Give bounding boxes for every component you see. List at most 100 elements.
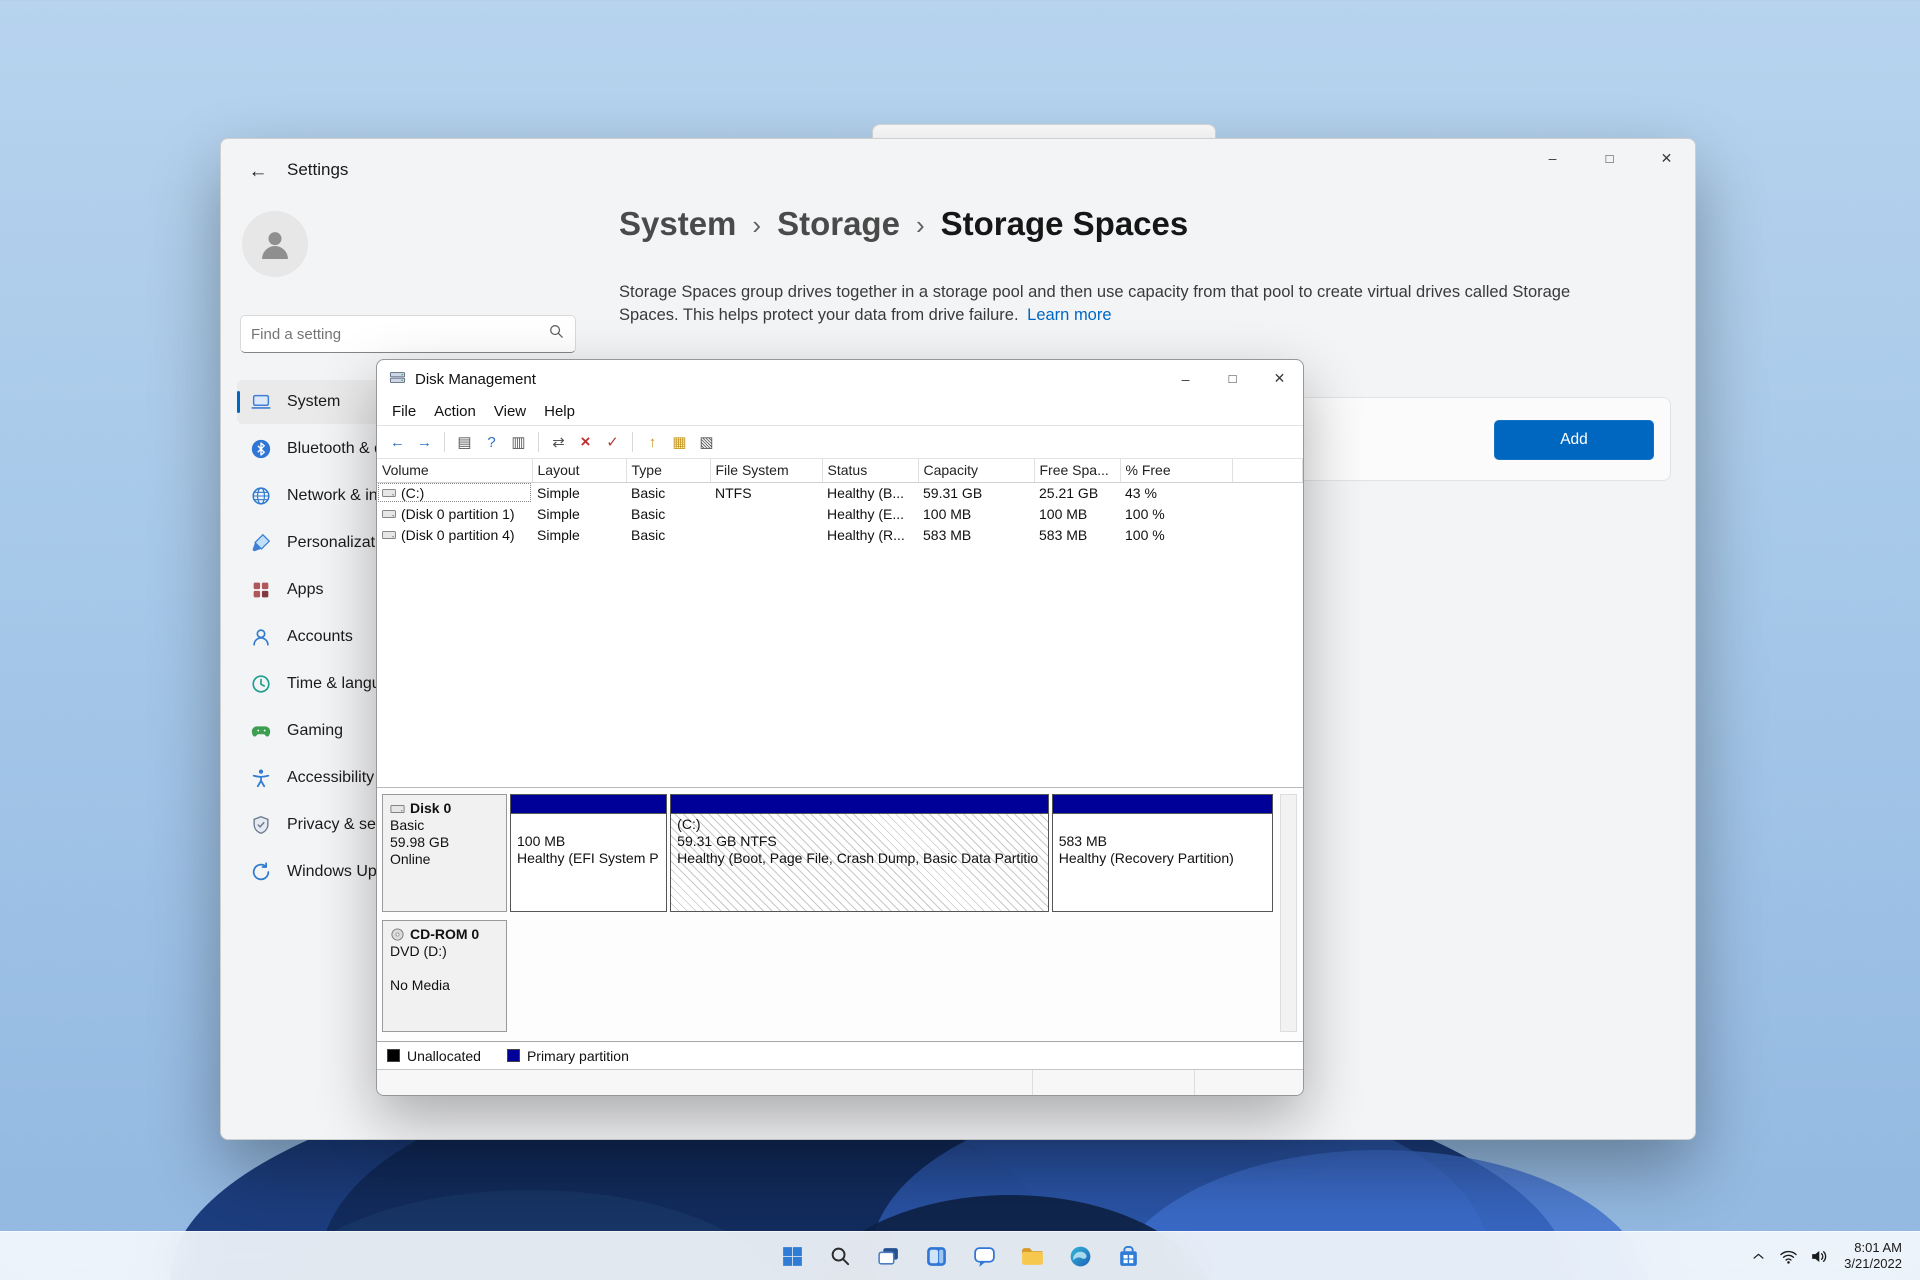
graphical-view: Disk 0 Basic 59.98 GB Online 100 MB Heal… xyxy=(377,787,1303,1041)
action-pane-icon[interactable]: ▥ xyxy=(506,430,531,455)
col-type[interactable]: Type xyxy=(626,459,710,482)
menu-file[interactable]: File xyxy=(383,400,425,423)
globe-icon xyxy=(249,484,273,508)
legend-bar: Unallocated Primary partition xyxy=(377,1041,1303,1069)
bluetooth-icon xyxy=(249,437,273,461)
clock-date: 3/21/2022 xyxy=(1844,1256,1902,1272)
system-icon xyxy=(249,390,273,414)
disk-0-info[interactable]: Disk 0 Basic 59.98 GB Online xyxy=(382,794,507,912)
taskbar: 8:01 AM 3/21/2022 xyxy=(0,1231,1920,1280)
search-icon[interactable] xyxy=(820,1236,860,1276)
volume-icon xyxy=(382,529,396,541)
settings-window-title: Settings xyxy=(287,160,348,180)
volume-icon xyxy=(382,487,396,499)
volume-row-c[interactable]: (C:) Simple Basic NTFS Healthy (B... 59.… xyxy=(377,482,1303,503)
disk-0-row: Disk 0 Basic 59.98 GB Online 100 MB Heal… xyxy=(382,794,1273,912)
disk-management-window: Disk Management – □ ✕ File Action View H… xyxy=(376,359,1304,1096)
menu-help[interactable]: Help xyxy=(535,400,584,423)
widgets-icon[interactable] xyxy=(916,1236,956,1276)
person-icon xyxy=(256,225,294,263)
network-icon[interactable] xyxy=(1774,1241,1802,1271)
maximize-button[interactable]: □ xyxy=(1581,139,1638,177)
chat-icon[interactable] xyxy=(964,1236,1004,1276)
col-layout[interactable]: Layout xyxy=(532,459,626,482)
partition-efi[interactable]: 100 MB Healthy (EFI System P xyxy=(510,794,667,912)
toolbar: ← → ▤ ? ▥ ⇄ × ✓ ↑ ▦ ▧ xyxy=(377,425,1303,459)
delete-volume-icon[interactable]: × xyxy=(573,430,598,455)
disk-management-titlebar[interactable]: Disk Management – □ ✕ xyxy=(377,360,1303,398)
cdrom-row: CD-ROM 0 DVD (D:) No Media xyxy=(382,920,1273,1032)
close-button[interactable]: ✕ xyxy=(1638,139,1695,177)
breadcrumb: System › Storage › Storage Spaces xyxy=(619,205,1188,243)
search-icon xyxy=(548,323,565,345)
volume-row-partition4[interactable]: (Disk 0 partition 4) Simple Basic Health… xyxy=(377,524,1303,545)
new-volume-icon[interactable]: ▦ xyxy=(667,430,692,455)
disk-management-title: Disk Management xyxy=(415,371,536,388)
volume-icon xyxy=(382,508,396,520)
col-free-space[interactable]: Free Spa... xyxy=(1034,459,1120,482)
settings-titlebar[interactable]: ← Settings – □ ✕ xyxy=(221,139,1695,203)
mark-active-icon[interactable]: ✓ xyxy=(600,430,625,455)
back-button[interactable]: ← xyxy=(239,157,277,187)
console-tree-icon[interactable]: ▤ xyxy=(452,430,477,455)
disk-drive-icon xyxy=(389,369,406,389)
col-percent-free[interactable]: % Free xyxy=(1120,459,1232,482)
cdrom-info[interactable]: CD-ROM 0 DVD (D:) No Media xyxy=(382,920,507,1032)
minimize-button[interactable]: – xyxy=(1162,360,1209,397)
store-icon[interactable] xyxy=(1108,1236,1148,1276)
col-volume[interactable]: Volume xyxy=(377,459,532,482)
col-status[interactable]: Status xyxy=(822,459,918,482)
apps-grid-icon xyxy=(249,578,273,602)
gamepad-icon xyxy=(249,719,273,743)
file-explorer-icon[interactable] xyxy=(1012,1236,1052,1276)
col-capacity[interactable]: Capacity xyxy=(918,459,1034,482)
minimize-button[interactable]: – xyxy=(1524,139,1581,177)
unallocated-swatch xyxy=(387,1049,400,1062)
breadcrumb-system[interactable]: System xyxy=(619,205,736,243)
close-button[interactable]: ✕ xyxy=(1256,360,1303,397)
breadcrumb-separator: › xyxy=(752,207,761,241)
page-title: Storage Spaces xyxy=(941,205,1189,243)
start-icon[interactable] xyxy=(772,1236,812,1276)
breadcrumb-storage[interactable]: Storage xyxy=(777,205,900,243)
hidden-icons-chevron-icon[interactable] xyxy=(1744,1241,1772,1271)
vertical-scrollbar[interactable] xyxy=(1280,794,1297,1032)
partition-recovery[interactable]: 583 MB Healthy (Recovery Partition) xyxy=(1052,794,1273,912)
disk-icon xyxy=(390,803,405,815)
partition-c-selected[interactable]: (C:) 59.31 GB NTFS Healthy (Boot, Page F… xyxy=(670,794,1049,912)
add-button[interactable]: Add xyxy=(1494,420,1654,460)
maximize-button[interactable]: □ xyxy=(1209,360,1256,397)
help-icon[interactable]: ? xyxy=(479,430,504,455)
brush-icon xyxy=(249,531,273,555)
task-view-icon[interactable] xyxy=(868,1236,908,1276)
search-input[interactable] xyxy=(251,326,548,343)
status-bar xyxy=(377,1069,1303,1095)
change-drive-letter-icon[interactable]: ⇄ xyxy=(546,430,571,455)
menu-view[interactable]: View xyxy=(485,400,535,423)
toolbar-separator xyxy=(632,432,633,452)
shield-icon xyxy=(249,813,273,837)
toolbar-separator xyxy=(444,432,445,452)
menu-action[interactable]: Action xyxy=(425,400,485,423)
table-header-row: Volume Layout Type File System Status Ca… xyxy=(377,459,1303,482)
edge-icon[interactable] xyxy=(1060,1236,1100,1276)
settings-search-box[interactable] xyxy=(240,315,576,353)
menu-bar: File Action View Help xyxy=(377,398,1303,425)
user-avatar xyxy=(242,211,308,277)
legend-primary-partition: Primary partition xyxy=(507,1048,629,1064)
col-file-system[interactable]: File System xyxy=(710,459,822,482)
forward-icon[interactable]: → xyxy=(412,430,437,455)
volume-table: Volume Layout Type File System Status Ca… xyxy=(377,459,1303,545)
extend-volume-icon[interactable]: ↑ xyxy=(640,430,665,455)
clock[interactable]: 8:01 AM 3/21/2022 xyxy=(1834,1240,1912,1272)
properties-icon[interactable]: ▧ xyxy=(694,430,719,455)
col-filler xyxy=(1232,459,1303,482)
clock-time: 8:01 AM xyxy=(1844,1240,1902,1256)
cd-icon xyxy=(390,927,405,942)
primary-partition-swatch xyxy=(507,1049,520,1062)
back-icon[interactable]: ← xyxy=(385,430,410,455)
learn-more-link[interactable]: Learn more xyxy=(1027,306,1111,324)
volume-row-partition1[interactable]: (Disk 0 partition 1) Simple Basic Health… xyxy=(377,503,1303,524)
volume-speaker-icon[interactable] xyxy=(1804,1241,1832,1271)
page-description: Storage Spaces group drives together in … xyxy=(619,281,1623,327)
